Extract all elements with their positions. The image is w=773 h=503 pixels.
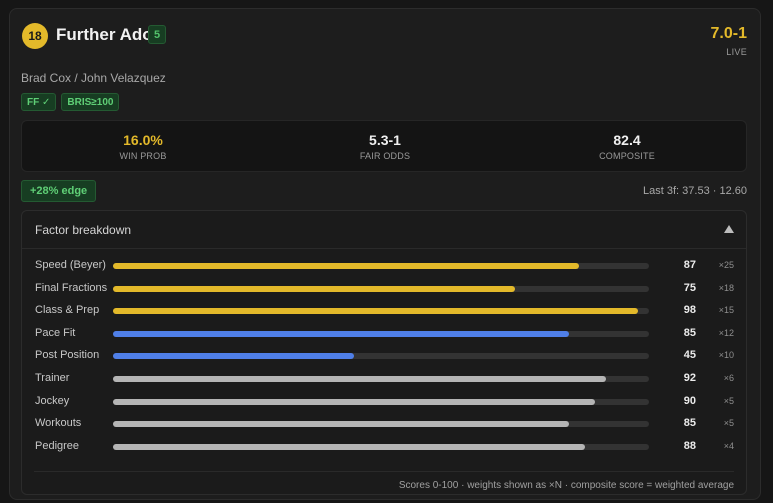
factor-weight: ×5 (723, 418, 734, 429)
factor-weight: ×15 (718, 305, 734, 316)
factor-score: 75 (683, 281, 696, 294)
factor-label: Pedigree (35, 439, 80, 452)
factor-bar-track (113, 398, 649, 405)
morning-line-badge: 5 (148, 25, 167, 44)
factor-weight: ×5 (723, 395, 734, 406)
factor-score: 85 (683, 417, 696, 430)
factor-bar-track (113, 421, 649, 428)
factor-bar-fill (113, 421, 569, 428)
panel-title: Factor breakdown (35, 223, 132, 237)
factor-label: Final Fractions (35, 281, 108, 294)
factor-score: 90 (683, 394, 696, 407)
last-3f-fractions: Last 3f: 37.53 · 12.60 (643, 185, 747, 197)
factor-breakdown-panel: Factor breakdown Speed (Beyer) 87 ×25 Final… (21, 210, 747, 495)
factor-bar-track (113, 330, 649, 337)
tag-bris: BRIS≥100 (61, 93, 120, 111)
factor-bar-fill (113, 285, 515, 292)
factor-score: 87 (683, 259, 696, 271)
live-odds-label: LIVE (726, 47, 747, 57)
footer-note: Scores 0-100 · weights shown as ×N · com… (398, 480, 734, 491)
stat-value: 82.4 (613, 132, 641, 148)
edge-badge: +28% edge (21, 180, 97, 202)
stat-value: 5.3-1 (369, 132, 401, 148)
factor-row: Final Fractions 75 ×18 (22, 281, 746, 297)
factor-bar-fill (113, 443, 585, 450)
stats-summary: 16.0% WIN PROB 5.3-1 FAIR ODDS 82.4 COMP… (21, 120, 747, 172)
factor-bar-track (113, 443, 649, 450)
divider (34, 471, 734, 472)
stat-win-prob: 16.0% WIN PROB (22, 121, 264, 173)
factor-row: Post Position 45 ×10 (22, 348, 746, 364)
factor-weight: ×10 (718, 350, 734, 361)
factor-breakdown-header[interactable]: Factor breakdown (22, 211, 746, 249)
factor-weight: ×12 (718, 327, 734, 338)
factor-row: Trainer 92 ×6 (22, 371, 746, 387)
live-odds: 7.0-1 (710, 25, 747, 42)
factor-label: Class & Prep (35, 304, 100, 317)
factor-score: 88 (683, 439, 696, 452)
factor-row: Pedigree 88 ×4 (22, 439, 746, 455)
factor-label: Pace Fit (35, 326, 76, 339)
factor-score: 45 (683, 349, 696, 362)
factor-label: Post Position (35, 349, 100, 362)
factor-row: Jockey 90 ×5 (22, 394, 746, 410)
factor-row: Class & Prep 98 ×15 (22, 303, 746, 319)
factor-bar-track (113, 285, 649, 292)
tag-list: FF ✓ BRIS≥100 (21, 93, 120, 111)
factor-bar-fill (113, 398, 596, 405)
factor-bar-fill (113, 263, 580, 269)
factor-label: Workouts (35, 417, 82, 430)
trainer-jockey: Brad Cox / John Velazquez (21, 71, 166, 85)
tag-first-foal: FF ✓ (21, 93, 57, 111)
stat-label: FAIR ODDS (359, 151, 411, 161)
factor-weight: ×6 (723, 373, 734, 383)
factor-bar-track (113, 308, 649, 315)
factor-row: Workouts 85 ×5 (22, 416, 746, 432)
factor-row: Pace Fit 85 ×12 (22, 326, 746, 342)
factor-score: 92 (683, 372, 696, 384)
horse-card: 18 Further Ado 5 7.0-1 LIVE Brad Cox / J… (9, 8, 761, 500)
post-number-badge: 18 (22, 23, 48, 49)
factor-weight: ×4 (723, 440, 734, 451)
factor-bar-track (113, 376, 649, 382)
factor-bar-track (113, 263, 649, 269)
factor-label: Speed (Beyer) (35, 259, 106, 271)
stat-fair-odds: 5.3-1 FAIR ODDS (264, 121, 506, 173)
factor-bar-fill (113, 376, 607, 382)
horse-name: Further Ado (56, 25, 153, 44)
factor-label: Jockey (35, 394, 70, 407)
stat-composite: 82.4 COMPOSITE (506, 121, 748, 173)
factor-score: 98 (683, 304, 696, 317)
stat-label: WIN PROB (119, 151, 167, 161)
stat-label: COMPOSITE (599, 151, 655, 161)
factor-label: Trainer (35, 372, 70, 384)
factor-bar-fill (113, 308, 639, 315)
factor-bar-fill (113, 330, 569, 337)
factor-score: 85 (683, 326, 696, 339)
factor-bar-fill (113, 353, 355, 360)
factor-bar-track (113, 353, 649, 360)
chevron-up-icon[interactable] (724, 225, 734, 233)
factor-row: Speed (Beyer) 87 ×25 (22, 258, 746, 274)
factor-weight: ×18 (718, 282, 734, 293)
stat-value: 16.0% (123, 132, 163, 148)
factor-weight: ×25 (718, 260, 734, 270)
